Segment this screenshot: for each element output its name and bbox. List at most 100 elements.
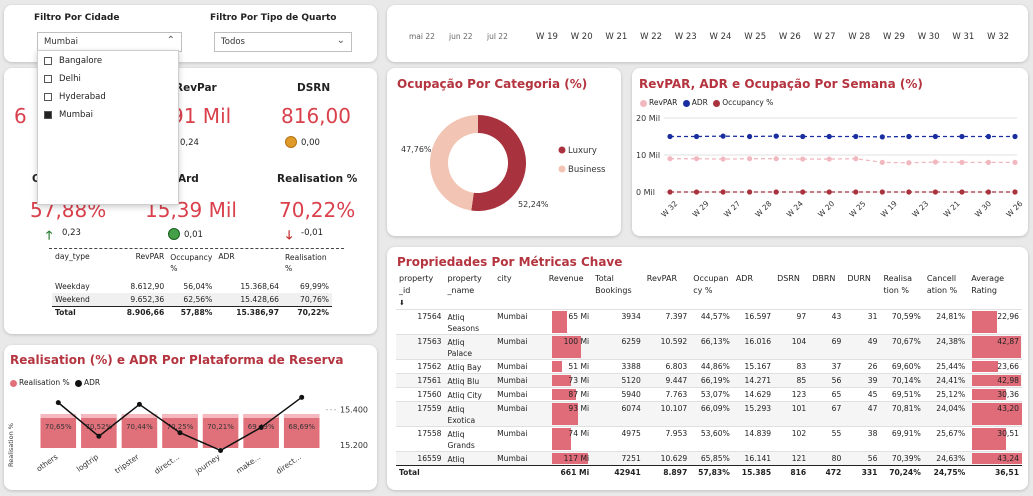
week-item[interactable]: W 29	[883, 32, 905, 42]
column-header[interactable]: Cancell ation %	[924, 273, 968, 310]
table-row[interactable]: 17561 Atliq Blu Mumbai 73 Mi 5120 9.447 66,19%…	[396, 373, 1022, 388]
city-option-bangalore[interactable]: Bangalore	[38, 52, 178, 70]
cell-value: 73 Mi	[568, 376, 590, 385]
week-item[interactable]: W 27	[814, 32, 836, 42]
legend-label: Occupancy %	[722, 98, 774, 107]
legend-label: Business	[568, 165, 606, 175]
room-filter-dropdown[interactable]: Todos ⌄	[214, 32, 352, 52]
table-cell: 15.368,64	[240, 282, 279, 291]
column-header[interactable]: DSRN	[774, 273, 809, 310]
category-label: others	[35, 452, 60, 473]
column-header[interactable]: ADR	[733, 273, 774, 310]
column-header[interactable]: RevPAR	[644, 273, 690, 310]
cell-value: 51 Mi	[568, 362, 590, 371]
checkbox-icon[interactable]	[44, 93, 52, 101]
table-row[interactable]: 17560 Atliq City Mumbai 87 Mi 5940 7.763 53,07…	[396, 387, 1022, 402]
chevron-up-icon[interactable]: ⌃	[167, 35, 175, 46]
table-row[interactable]: 17562 Atliq Bay Mumbai 51 Mi 3388 6.803 44,86%…	[396, 359, 1022, 374]
week-item[interactable]: W 24	[710, 32, 732, 42]
table-cell: 44,86%	[690, 359, 733, 374]
table-row[interactable]: 17564 Atliq Seasons Mumbai 65 Mi 3934 7.397 44…	[396, 309, 1022, 335]
data-point	[1012, 189, 1018, 195]
column-header-text: ADR	[735, 274, 754, 283]
adr-point	[299, 394, 305, 400]
week-item[interactable]: W 21	[605, 32, 627, 42]
column-header[interactable]: DBRN	[809, 273, 844, 310]
table-cell: 56	[809, 373, 845, 388]
table-cell: 43	[809, 309, 845, 335]
sort-descending-icon[interactable]: ⬇	[399, 297, 442, 309]
table-row[interactable]: 16559 Atliq Mumbai 117 Mi 7251 10.629 65,85% 16…	[396, 451, 1022, 466]
week-item[interactable]: W 23	[675, 32, 697, 42]
column-header-text: Rating	[971, 286, 998, 295]
table-cell: 16.597	[732, 309, 775, 335]
table-row[interactable]: 17558 Atliq Grands Mumbai 74 Mi 4975 7.953 53,…	[396, 426, 1022, 452]
city-filter-dropdown[interactable]: Mumbai ⌃	[37, 32, 182, 52]
table-cell: 17564	[396, 309, 445, 335]
month-label[interactable]: mai 22	[409, 32, 435, 41]
table-cell: Mumbai	[494, 359, 546, 374]
month-label[interactable]: jun 22	[449, 32, 473, 41]
column-header[interactable]: Average Rating	[968, 273, 1022, 310]
column-header[interactable]: Occupancy %	[167, 252, 215, 274]
table-cell: 70,59%	[880, 309, 924, 335]
table-cell: 9.447	[643, 373, 691, 388]
column-header[interactable]: property _id ⬇	[396, 273, 445, 310]
column-header[interactable]: city	[494, 273, 546, 310]
week-item[interactable]: W 31	[952, 32, 974, 42]
realisation-chart: Realisation % 70,65% others 70,52% logtrip 70…	[7, 394, 368, 476]
city-option-hyderabad[interactable]: Hyderabad	[38, 88, 178, 106]
neutral-status-icon	[285, 136, 297, 148]
table-cell: 70,39%	[880, 451, 924, 466]
data-label: 70,21%	[207, 423, 234, 431]
table-cell: 100 Mi	[545, 334, 593, 360]
column-header[interactable]: Occupancy %	[690, 273, 733, 310]
table-cell: Mumbai	[494, 451, 546, 466]
week-item[interactable]: W 26	[779, 32, 801, 42]
table-cell: 67	[809, 401, 845, 427]
column-header-text: property	[447, 274, 482, 283]
dsrn-label: DSRN	[297, 82, 331, 94]
week-item[interactable]: W 20	[571, 32, 593, 42]
month-label[interactable]: jul 22	[487, 32, 508, 41]
chevron-down-icon[interactable]: ⌄	[337, 35, 345, 46]
column-header[interactable]: ADR	[215, 252, 282, 274]
column-header[interactable]: Realisation %	[880, 273, 923, 310]
week-item[interactable]: W 19	[536, 32, 558, 42]
column-header[interactable]: day_type	[52, 252, 108, 274]
column-header[interactable]: property _name	[445, 273, 495, 310]
table-cell: Atliq Palace	[444, 334, 495, 360]
table-cell: 57,83%	[690, 465, 733, 479]
table-row[interactable]: 17559 Atliq Exotica Mumbai 93 Mi 6074 10.107 6…	[396, 401, 1022, 427]
week-item[interactable]: W 28	[848, 32, 870, 42]
chart-title: Realisation (%) e ADR Por Plataforma de …	[10, 353, 344, 367]
week-item[interactable]: W 32	[987, 32, 1009, 42]
column-header[interactable]: Realisation %	[282, 252, 332, 274]
table-cell: 14.271	[732, 373, 775, 388]
table-cell: 30,36	[968, 387, 1022, 402]
column-header[interactable]: RevPAR	[108, 252, 167, 274]
checkbox-icon[interactable]	[44, 111, 52, 119]
table-cell: Total	[396, 465, 445, 479]
column-header[interactable]: Total Bookings	[592, 273, 644, 310]
column-header-text: _id	[399, 286, 411, 295]
cell-value: 23,66	[997, 362, 1019, 371]
city-option-delhi[interactable]: Delhi	[38, 70, 178, 88]
column-header-text: _name	[447, 286, 475, 295]
column-header[interactable]: Revenue	[546, 273, 592, 310]
week-item[interactable]: W 30	[918, 32, 940, 42]
city-option-mumbai[interactable]: Mumbai	[38, 106, 178, 124]
table-cell: 25,12%	[923, 387, 969, 402]
column-header[interactable]: DURN	[844, 273, 880, 310]
table-cell: 24,38%	[923, 334, 969, 360]
table-row[interactable]: 17563 Atliq Palace Mumbai 100 Mi 6259 10.592 6…	[396, 334, 1022, 360]
option-label: Delhi	[59, 74, 81, 84]
checkbox-icon[interactable]	[44, 57, 52, 65]
revpar-label: RevPar	[175, 82, 217, 94]
week-item[interactable]: W 25	[744, 32, 766, 42]
city-filter-value: Mumbai	[44, 37, 78, 47]
week-item[interactable]: W 22	[640, 32, 662, 42]
checkbox-icon[interactable]	[44, 75, 52, 83]
table-cell: 23,66	[968, 359, 1022, 374]
legend-swatch	[640, 99, 647, 107]
